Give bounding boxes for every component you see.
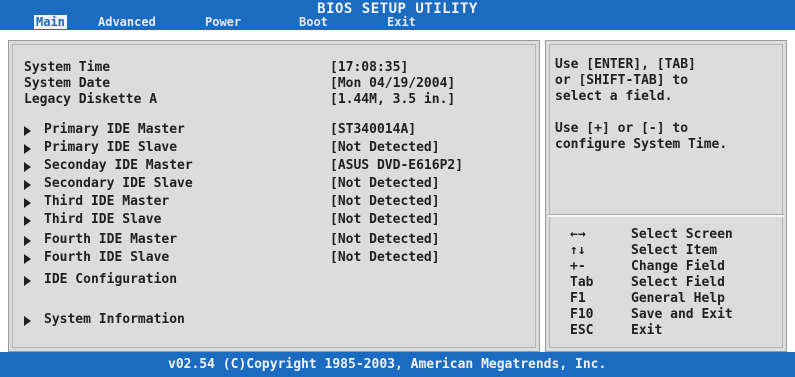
submenu-secondary-ide-slave[interactable]: Secondary IDE Slave <box>44 175 193 192</box>
tab-power[interactable]: Power <box>205 15 241 29</box>
help-divider <box>548 214 784 217</box>
key-plus-minus: +- <box>570 259 586 274</box>
system-date-value[interactable]: [Mon 04/19/2004] <box>330 75 455 92</box>
fourth-ide-master-value: [Not Detected] <box>330 232 440 247</box>
submenu-primary-ide-master[interactable]: Primary IDE Master <box>44 121 185 138</box>
submenu-ide-configuration[interactable]: IDE Configuration <box>44 271 177 288</box>
key-desc-select-screen: Select Screen <box>631 227 733 242</box>
key-desc-general-help: General Help <box>631 291 725 306</box>
submenu-arrow-icon <box>24 236 31 246</box>
bios-screen: BIOS SETUP UTILITY Main Advanced Power B… <box>0 0 795 377</box>
submenu-arrow-icon <box>24 316 31 326</box>
secondary-ide-slave-value: [Not Detected] <box>330 176 440 191</box>
key-desc-select-item: Select Item <box>631 243 718 258</box>
submenu-fourth-ide-slave[interactable]: Fourth IDE Slave <box>44 249 169 266</box>
system-time-label[interactable]: System Time <box>24 59 110 76</box>
submenu-arrow-icon <box>24 180 31 190</box>
tab-exit[interactable]: Exit <box>387 15 416 29</box>
secondary-ide-master-value: [ASUS DVD-E616P2] <box>330 158 464 173</box>
system-time-value[interactable]: [17:08:35] <box>330 59 408 76</box>
submenu-secondary-ide-master[interactable]: Seconday IDE Master <box>44 157 193 174</box>
primary-ide-slave-value: [Not Detected] <box>330 140 440 155</box>
submenu-arrow-icon <box>24 216 31 226</box>
key-tab: Tab <box>570 275 594 290</box>
submenu-third-ide-slave[interactable]: Third IDE Slave <box>44 211 161 228</box>
bottom-bar: v02.54 (C)Copyright 1985-2003, American … <box>0 352 795 377</box>
help-line: select a field. <box>555 89 673 104</box>
submenu-arrow-icon <box>24 144 31 154</box>
copyright-text: v02.54 (C)Copyright 1985-2003, American … <box>168 357 607 372</box>
system-date-label[interactable]: System Date <box>24 75 110 92</box>
key-desc-exit: Exit <box>631 323 663 338</box>
help-line: configure System Time. <box>555 137 728 152</box>
submenu-arrow-icon <box>24 276 31 286</box>
tab-advanced[interactable]: Advanced <box>98 15 156 29</box>
submenu-arrow-icon <box>24 254 31 264</box>
up-down-arrows-icon: ↑↓ <box>570 243 586 258</box>
third-ide-master-value: [Not Detected] <box>330 194 440 209</box>
submenu-fourth-ide-master[interactable]: Fourth IDE Master <box>44 231 177 248</box>
key-desc-change-field: Change Field <box>631 259 725 274</box>
left-right-arrows-icon: ←→ <box>570 227 586 242</box>
key-f10: F10 <box>570 307 594 322</box>
top-bar: BIOS SETUP UTILITY Main Advanced Power B… <box>0 0 795 30</box>
legacy-diskette-value[interactable]: [1.44M, 3.5 in.] <box>330 91 455 108</box>
third-ide-slave-value: [Not Detected] <box>330 212 440 227</box>
help-line: Use [ENTER], [TAB] <box>555 57 696 72</box>
submenu-arrow-icon <box>24 198 31 208</box>
primary-ide-master-value: [ST340014A] <box>330 122 417 137</box>
submenu-arrow-icon <box>24 162 31 172</box>
legacy-diskette-label[interactable]: Legacy Diskette A <box>24 91 157 108</box>
help-line: Use [+] or [-] to <box>555 121 689 136</box>
tab-boot[interactable]: Boot <box>299 15 328 29</box>
fourth-ide-slave-value: [Not Detected] <box>330 250 440 265</box>
key-desc-save-exit: Save and Exit <box>631 307 733 322</box>
submenu-arrow-icon <box>24 126 31 136</box>
submenu-primary-ide-slave[interactable]: Primary IDE Slave <box>44 139 177 156</box>
key-desc-select-field: Select Field <box>631 275 725 290</box>
submenu-third-ide-master[interactable]: Third IDE Master <box>44 193 169 210</box>
help-line: or [SHIFT-TAB] to <box>555 73 689 88</box>
key-f1: F1 <box>570 291 586 306</box>
tab-main[interactable]: Main <box>34 15 67 29</box>
submenu-system-information[interactable]: System Information <box>44 311 185 328</box>
key-esc: ESC <box>570 323 594 338</box>
